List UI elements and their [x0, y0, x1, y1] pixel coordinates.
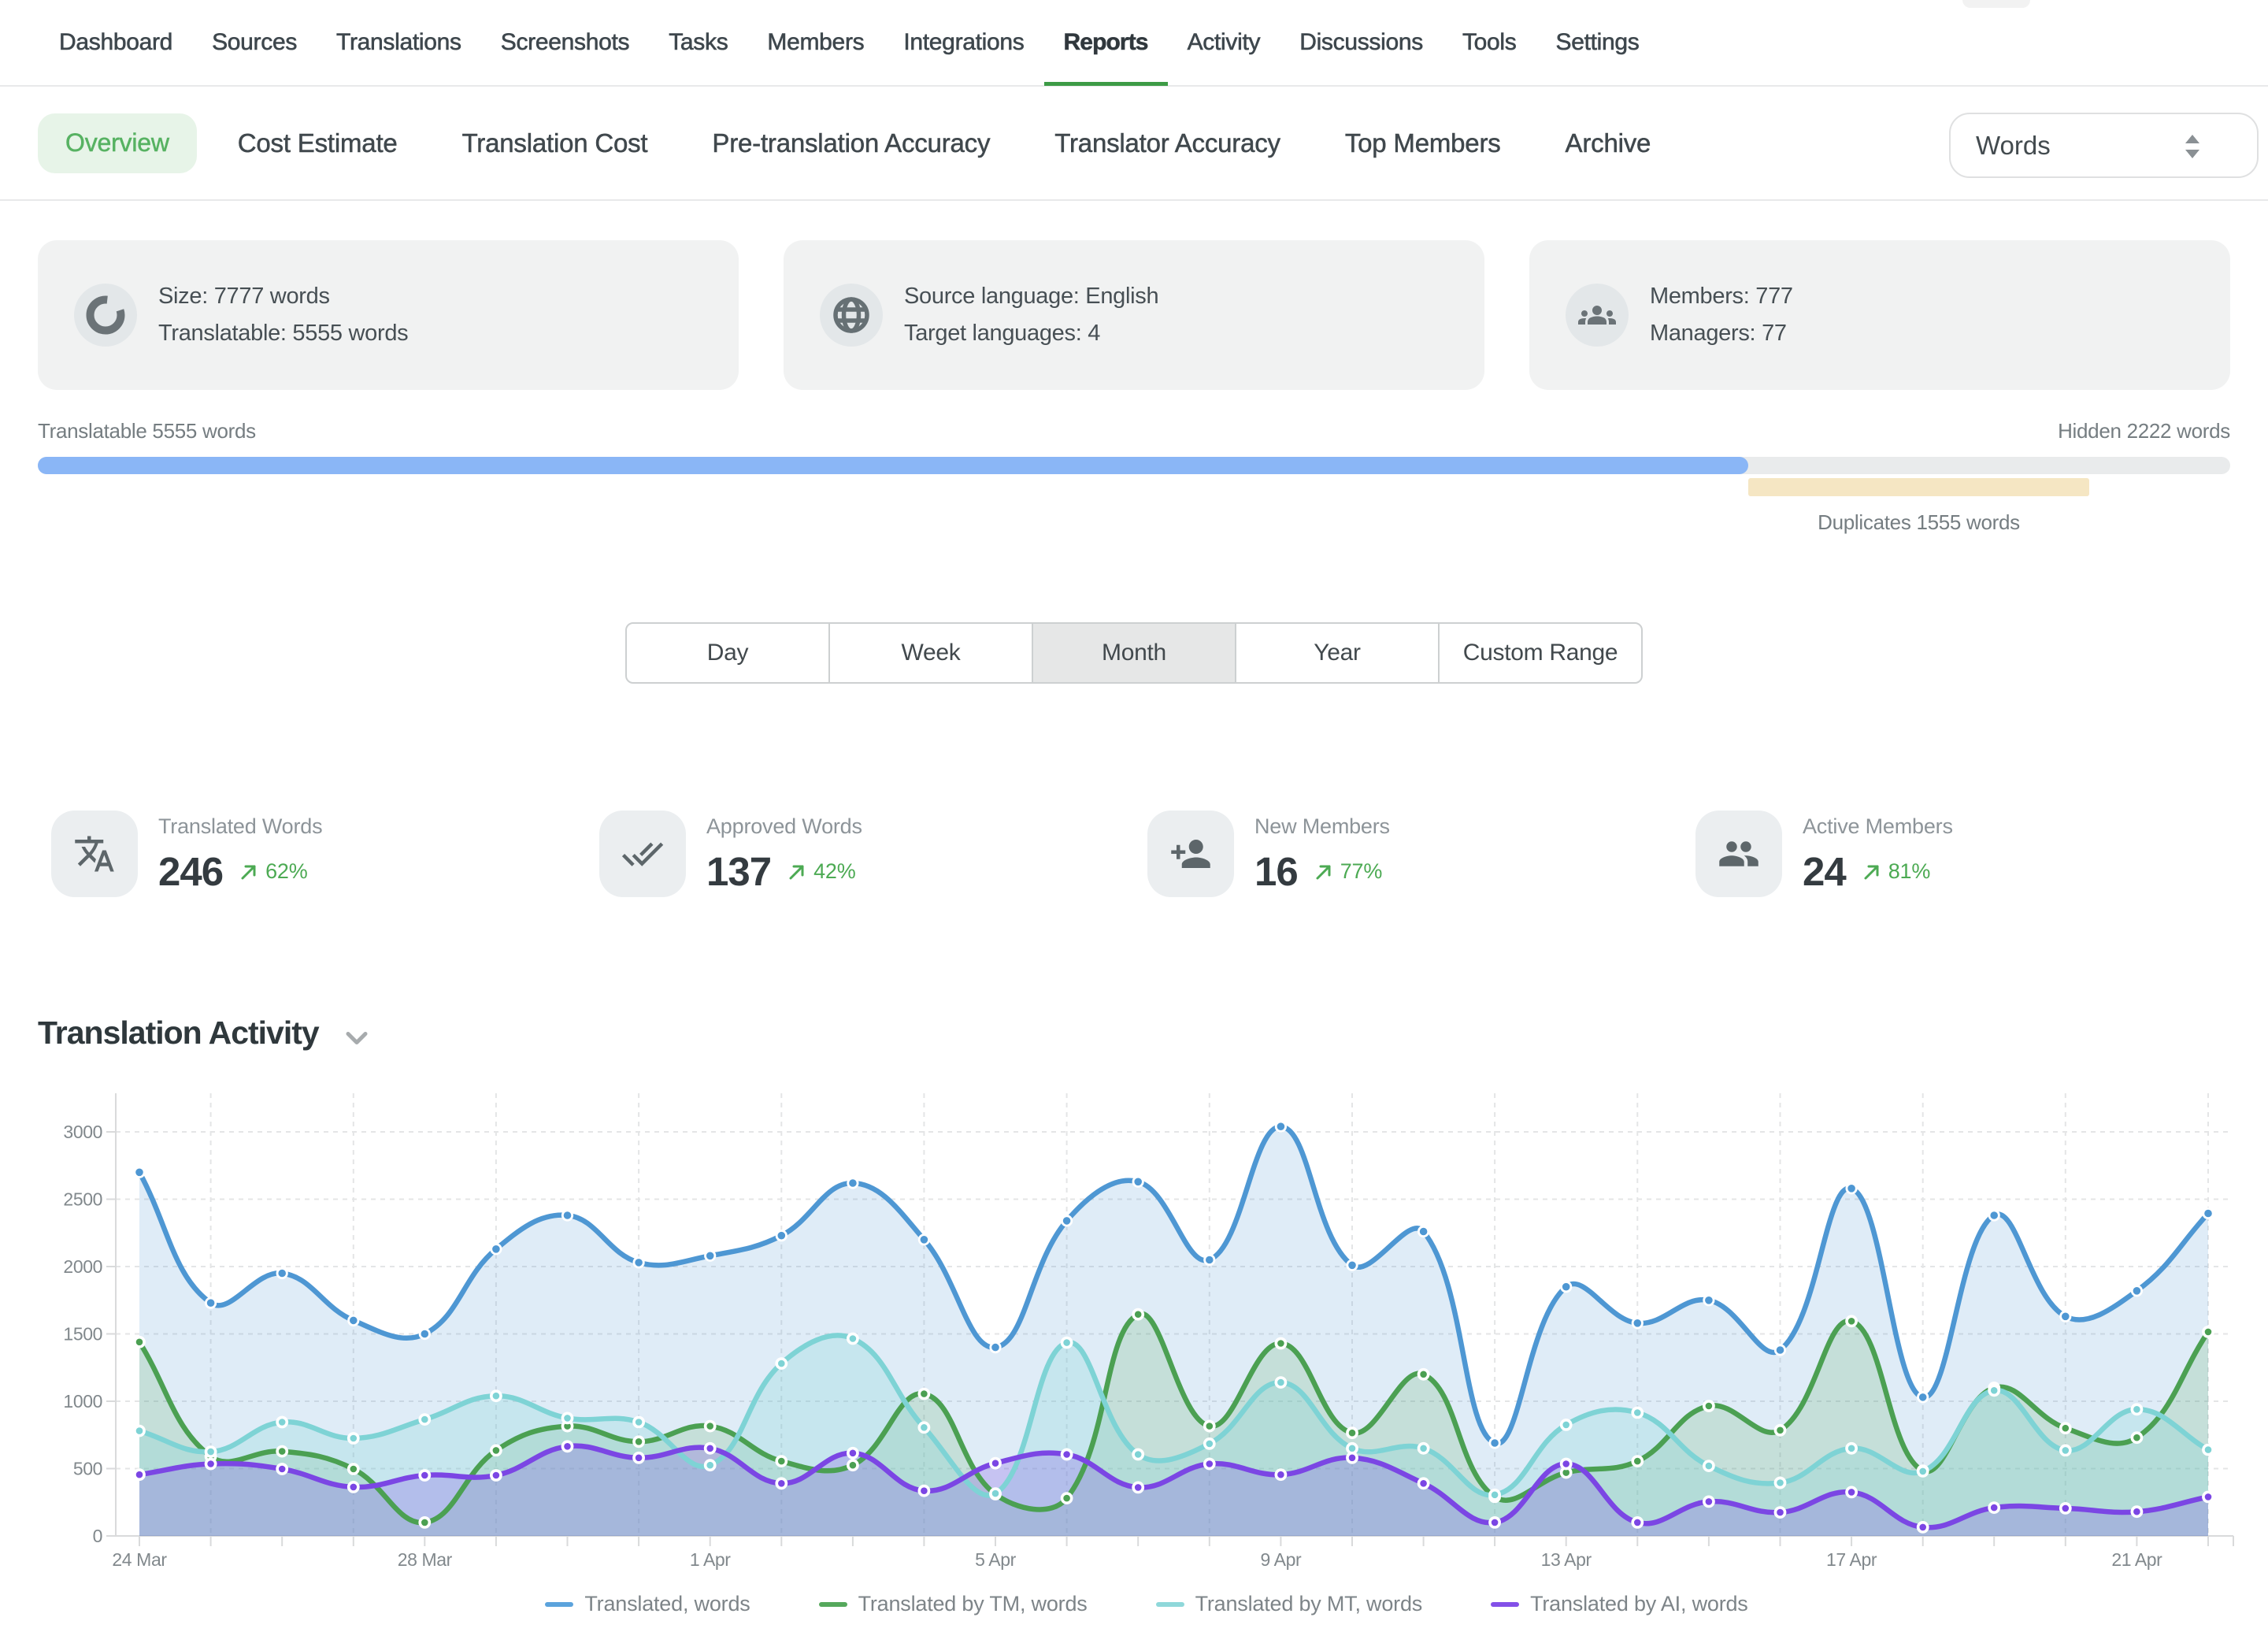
- svg-text:5 Apr: 5 Apr: [975, 1549, 1016, 1570]
- svg-text:3000: 3000: [63, 1122, 102, 1142]
- svg-text:0: 0: [93, 1526, 102, 1546]
- svg-text:13 Apr: 13 Apr: [1541, 1549, 1592, 1570]
- svg-text:1 Apr: 1 Apr: [690, 1549, 731, 1570]
- svg-text:1000: 1000: [63, 1391, 102, 1411]
- svg-text:24 Mar: 24 Mar: [112, 1549, 167, 1570]
- svg-text:2000: 2000: [63, 1256, 102, 1277]
- svg-text:17 Apr: 17 Apr: [1826, 1549, 1877, 1570]
- svg-text:21 Apr: 21 Apr: [2111, 1549, 2162, 1570]
- svg-text:1500: 1500: [63, 1324, 102, 1345]
- svg-text:500: 500: [73, 1459, 102, 1479]
- svg-text:28 Mar: 28 Mar: [398, 1549, 453, 1570]
- svg-text:2500: 2500: [63, 1189, 102, 1210]
- svg-text:9 Apr: 9 Apr: [1261, 1549, 1302, 1570]
